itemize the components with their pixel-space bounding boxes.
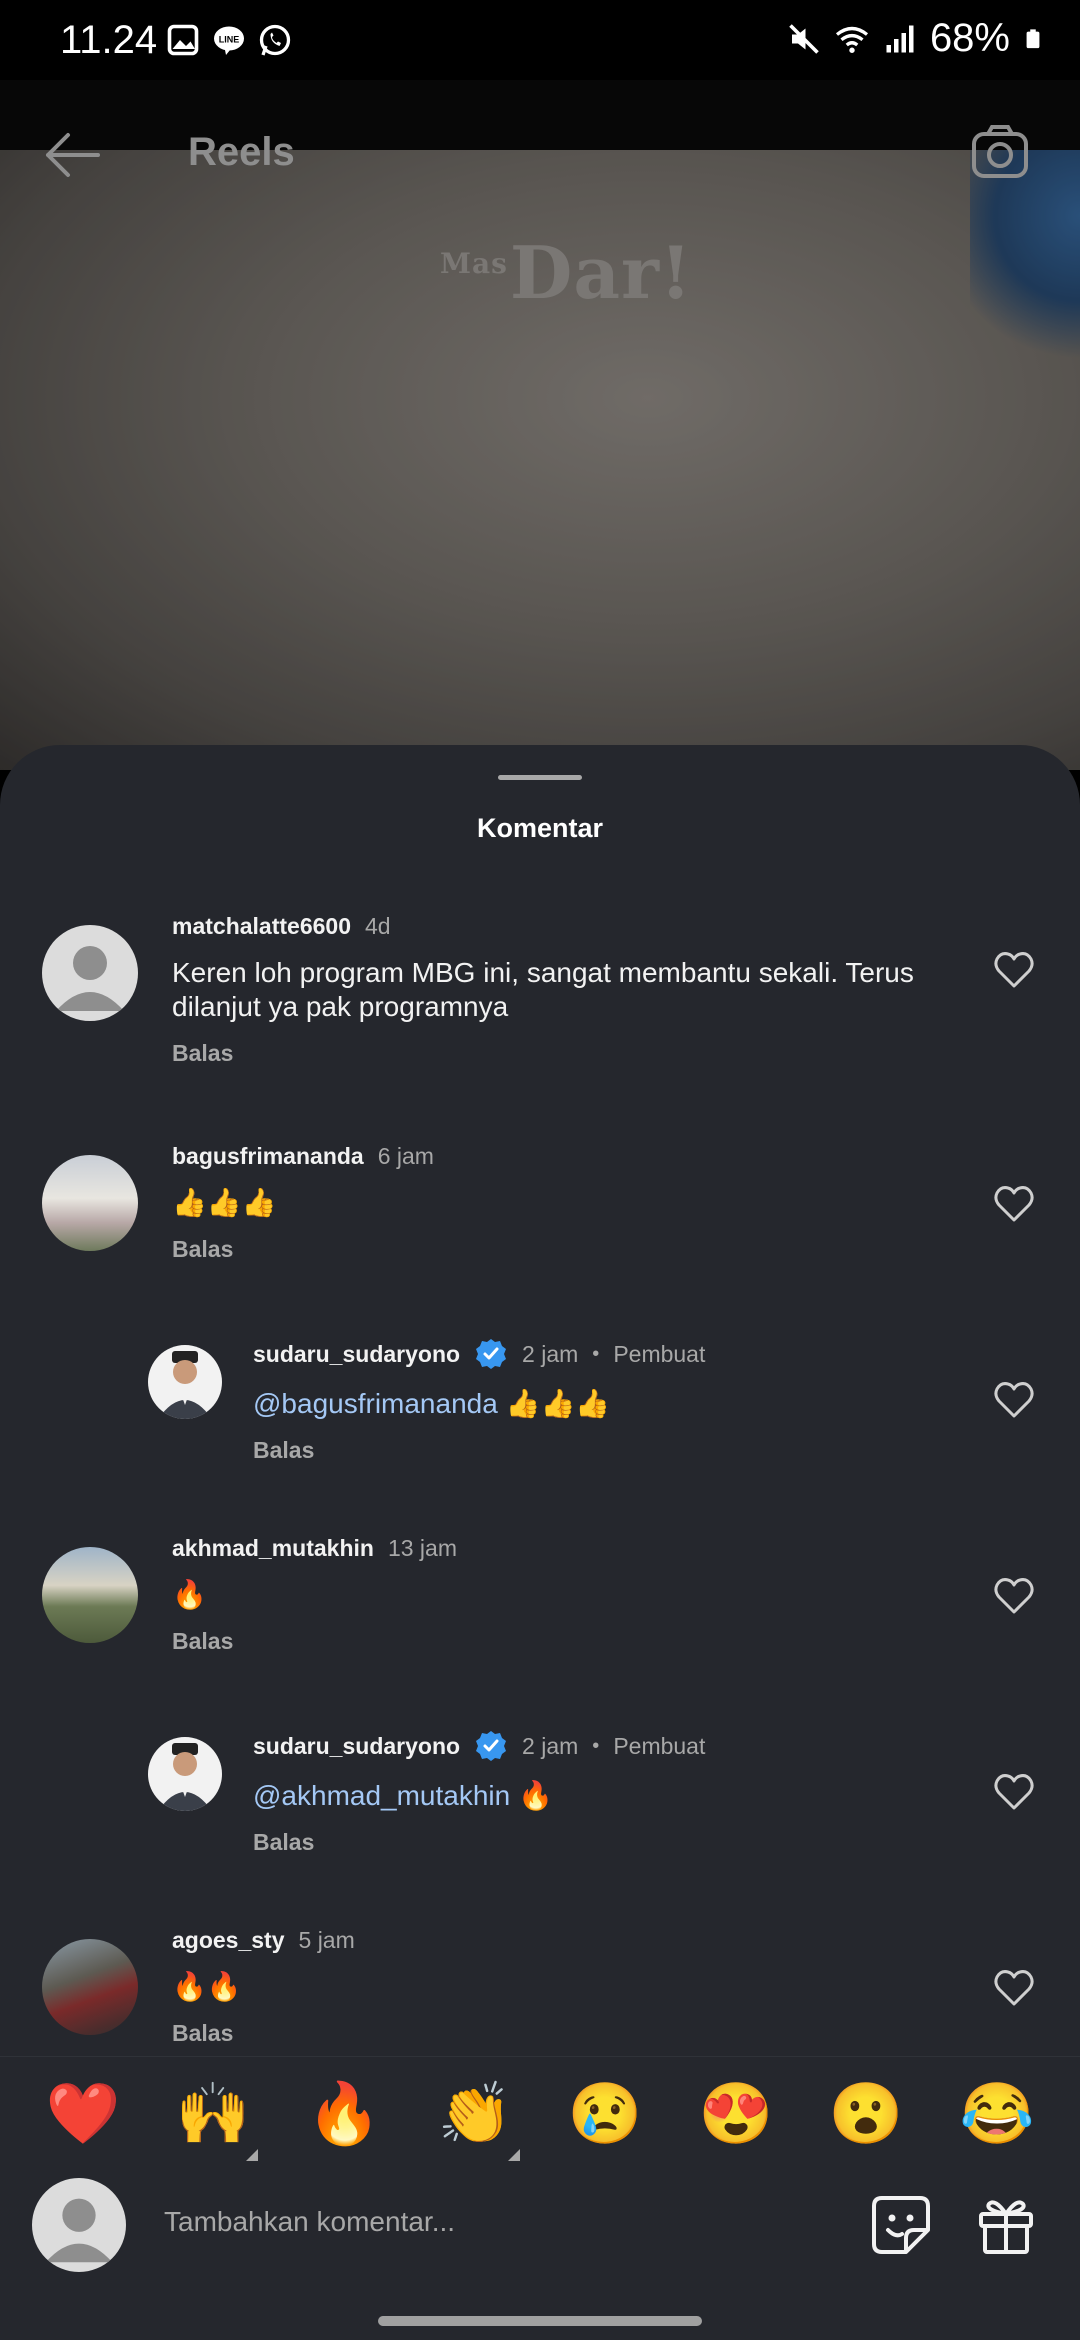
sticker-icon[interactable] — [870, 2194, 932, 2256]
comment-username[interactable]: bagusfrimananda — [172, 1143, 364, 1170]
separator-dot: • — [592, 1734, 600, 1757]
emoji-reaction-bar: ❤️ 🙌 🔥 👏 😢 😍 😮 😂 — [0, 2056, 1080, 2177]
skin-tone-indicator-icon — [246, 2149, 258, 2161]
comment-text: 👍👍👍 — [172, 1187, 277, 1218]
status-bar: 11.24 LINE 68% — [0, 0, 1080, 80]
reply-button[interactable]: Balas — [253, 1829, 1023, 1856]
page-title: Reels — [188, 130, 295, 174]
mention-link[interactable]: @akhmad_mutakhin — [253, 1780, 510, 1811]
comment-username[interactable]: sudaru_sudaryono — [253, 1733, 460, 1760]
home-gesture-handle[interactable] — [378, 2316, 702, 2326]
heart-icon[interactable] — [994, 1969, 1034, 2007]
comment-username[interactable]: akhmad_mutakhin — [172, 1535, 374, 1562]
current-user-avatar — [32, 2178, 126, 2272]
creator-label: Pembuat — [613, 1732, 706, 1759]
comment-time: 4d — [365, 913, 391, 939]
heart-icon[interactable] — [994, 1773, 1034, 1811]
comment-text: Keren loh program MBG ini, sangat memban… — [172, 957, 914, 1022]
emoji-laughing[interactable]: 😂 — [957, 2079, 1037, 2149]
comment-input[interactable]: Tambahkan komentar... — [164, 2206, 455, 2238]
gift-icon[interactable] — [975, 2194, 1037, 2256]
heart-icon[interactable] — [994, 951, 1034, 989]
avatar[interactable] — [148, 1345, 222, 1419]
emoji-crying[interactable]: 😢 — [565, 2079, 645, 2149]
comment-username[interactable]: matchalatte6600 — [172, 913, 351, 940]
separator-dot: • — [592, 1342, 600, 1365]
heart-icon[interactable] — [994, 1185, 1034, 1223]
emoji-clapping[interactable]: 👏 — [435, 2079, 515, 2149]
skin-tone-indicator-icon — [508, 2149, 520, 2161]
comment-username[interactable]: agoes_sty — [172, 1927, 285, 1954]
emoji-heart-eyes[interactable]: 😍 — [696, 2079, 776, 2149]
avatar[interactable] — [42, 925, 138, 1021]
comment-time: 6 jam — [377, 1143, 434, 1169]
avatar[interactable] — [148, 1737, 222, 1811]
comment-time: 5 jam — [298, 1927, 355, 1953]
comment-text: 🔥 — [172, 1579, 207, 1610]
comment-username[interactable]: sudaru_sudaryono — [253, 1341, 460, 1368]
reply-button[interactable]: Balas — [172, 1628, 942, 1655]
heart-icon[interactable] — [994, 1381, 1034, 1419]
signal-icon — [886, 25, 914, 52]
reply-button[interactable]: Balas — [172, 1040, 942, 1067]
emoji-raised-hands[interactable]: 🙌 — [173, 2079, 253, 2149]
comment-text: 🔥 — [510, 1780, 553, 1811]
emoji-surprised[interactable]: 😮 — [826, 2079, 906, 2149]
sheet-title: Komentar — [476, 813, 604, 843]
app-bar: Reels — [0, 120, 1080, 190]
arrow-left-icon[interactable] — [40, 130, 104, 180]
line-icon: LINE — [214, 26, 244, 55]
heart-icon[interactable] — [994, 1577, 1034, 1615]
creator-label: Pembuat — [613, 1340, 706, 1367]
verified-badge-icon — [476, 1339, 507, 1369]
comment-text: 👍👍👍 — [497, 1388, 611, 1419]
battery-icon — [1026, 28, 1040, 48]
sheet-drag-handle[interactable] — [498, 775, 582, 780]
emoji-heart[interactable]: ❤️ — [43, 2079, 123, 2149]
comment-text: 🔥🔥 — [172, 1971, 242, 2002]
whatsapp-icon — [259, 24, 291, 56]
reply-button[interactable]: Balas — [172, 2020, 942, 2047]
reply-button[interactable]: Balas — [172, 1236, 942, 1263]
battery-percent: 68% — [929, 16, 1010, 60]
comment-time: 13 jam — [387, 1535, 457, 1561]
comment-time: 2 jam — [522, 1340, 579, 1367]
mute-icon — [789, 23, 819, 54]
avatar[interactable] — [42, 1939, 138, 2035]
svg-text:LINE: LINE — [219, 34, 240, 44]
verified-badge-icon — [476, 1731, 507, 1761]
gallery-icon — [167, 24, 199, 56]
mention-link[interactable]: @bagusfrimananda — [253, 1388, 498, 1419]
emoji-fire[interactable]: 🔥 — [304, 2079, 384, 2149]
status-time: 11.24 — [60, 18, 158, 62]
comment-time: 2 jam — [522, 1732, 579, 1759]
avatar[interactable] — [42, 1547, 138, 1643]
camera-icon[interactable] — [970, 124, 1030, 180]
reply-button[interactable]: Balas — [253, 1437, 1023, 1464]
wifi-icon — [835, 26, 868, 53]
avatar[interactable] — [42, 1155, 138, 1251]
